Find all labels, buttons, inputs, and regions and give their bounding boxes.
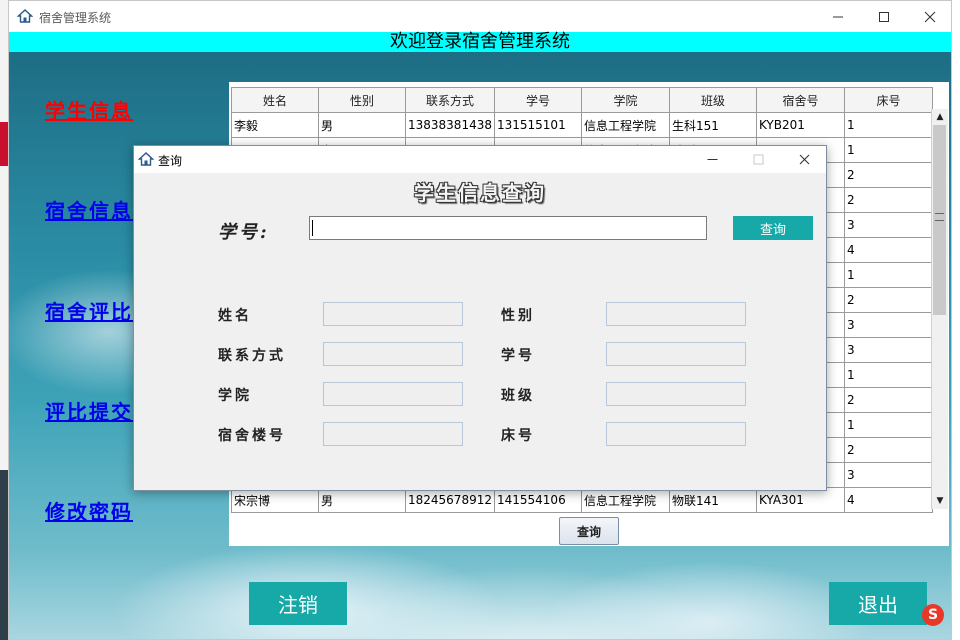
- contact-field: [323, 342, 463, 366]
- dialog-title: 查询: [158, 154, 183, 168]
- name-label: 姓名: [218, 308, 252, 324]
- college-label: 学院: [218, 388, 252, 404]
- dialog-minimize-button[interactable]: [689, 146, 735, 173]
- nav-change-password[interactable]: 修改密码: [45, 496, 133, 525]
- scroll-grip-icon: [935, 213, 944, 221]
- table-cell: 3: [843, 462, 933, 488]
- table-cell: 宋宗博: [231, 487, 319, 513]
- class-field: [606, 382, 746, 406]
- table-cell: 信息工程学院: [580, 112, 670, 138]
- bed-field: [606, 422, 746, 446]
- table-cell: 2: [843, 387, 933, 413]
- table-cell: 4: [843, 487, 933, 513]
- dialog-titlebar[interactable]: 查询: [134, 146, 826, 173]
- dialog-query-button[interactable]: 查询: [733, 216, 813, 240]
- nav-rating-submit[interactable]: 评比提交: [45, 396, 133, 425]
- table-cell: 2: [843, 162, 933, 188]
- logout-button[interactable]: 注销: [249, 582, 347, 625]
- column-header[interactable]: 学院: [580, 87, 670, 113]
- nav-student-info[interactable]: 学生信息: [45, 95, 133, 124]
- contact-label: 联系方式: [218, 348, 286, 364]
- scroll-down-icon[interactable]: ▼: [932, 493, 948, 509]
- table-cell: 131515101: [493, 112, 582, 138]
- nav-dorm-info[interactable]: 宿舍信息: [45, 195, 133, 224]
- table-cell: 141554106: [493, 487, 582, 513]
- ime-icon[interactable]: S: [922, 604, 944, 626]
- table-cell: 4: [843, 237, 933, 263]
- table-cell: KYB201: [755, 112, 845, 138]
- table-query-button[interactable]: 查询: [559, 517, 619, 545]
- table-cell: 1: [843, 137, 933, 163]
- scroll-up-icon[interactable]: ▲: [932, 109, 948, 125]
- column-header[interactable]: 班级: [668, 87, 757, 113]
- welcome-banner: 欢迎登录宿舍管理系统: [9, 32, 951, 52]
- window-title: 宿舍管理系统: [39, 11, 112, 25]
- table-cell: 李毅: [231, 112, 319, 138]
- table-cell: 1: [843, 112, 933, 138]
- exit-button[interactable]: 退出: [829, 582, 927, 625]
- class-label: 班级: [501, 388, 535, 404]
- student-id-label: 学号:: [218, 222, 270, 243]
- table-cell: KYA301: [755, 487, 845, 513]
- column-header[interactable]: 性别: [318, 87, 406, 113]
- dialog-heading: 学生信息查询: [414, 181, 546, 205]
- name-field: [323, 302, 463, 326]
- text-caret: [312, 220, 313, 236]
- bed-label: 床号: [501, 428, 535, 444]
- table-cell: 物联141: [668, 487, 757, 513]
- table-cell: 3: [843, 312, 933, 338]
- table-cell: 男: [318, 112, 406, 138]
- table-cell: 2: [843, 287, 933, 313]
- table-cell: 1: [843, 362, 933, 388]
- table-scrollbar[interactable]: ▲ ▼: [931, 109, 948, 509]
- column-header[interactable]: 宿舍号: [755, 87, 845, 113]
- table-cell: 男: [318, 487, 406, 513]
- dialog-close-button[interactable]: [781, 146, 827, 173]
- table-cell: 2: [843, 437, 933, 463]
- maximize-button[interactable]: [861, 1, 907, 32]
- nav-dorm-rating[interactable]: 宿舍评比: [45, 296, 133, 325]
- gender-field: [606, 302, 746, 326]
- student-id-input[interactable]: [309, 216, 707, 240]
- column-header[interactable]: 床号: [843, 87, 933, 113]
- home-icon: [17, 8, 33, 24]
- table-cell: 3: [843, 337, 933, 363]
- dorm-field: [323, 422, 463, 446]
- table-row[interactable]: 李毅男 13838381438 131515101 信息工程学院 生科151 KYB201…: [231, 112, 933, 138]
- table-cell: 生科151: [668, 112, 757, 138]
- gender-label: 性别: [501, 308, 535, 324]
- student-id-field: [606, 342, 746, 366]
- table-header-row: 姓名 性别 联系方式 学号 学院 班级 宿舍号 床号: [231, 87, 933, 113]
- main-titlebar[interactable]: 宿舍管理系统: [9, 1, 951, 32]
- table-cell: 3: [843, 212, 933, 238]
- query-dialog: 查询 学生信息查询 学号: 查询 姓名 性别 联系方式 学号 学院 班级 宿舍楼…: [133, 145, 827, 491]
- home-icon: [138, 151, 154, 167]
- dorm-label: 宿舍楼号: [218, 428, 286, 444]
- table-cell: 18245678912: [405, 487, 495, 513]
- table-cell: 信息工程学院: [580, 487, 670, 513]
- student-id-field-label: 学号: [501, 348, 535, 364]
- table-cell: 1: [843, 262, 933, 288]
- table-cell: 2: [843, 187, 933, 213]
- close-button[interactable]: [907, 1, 951, 32]
- minimize-button[interactable]: [815, 1, 861, 32]
- table-cell: 13838381438: [405, 112, 495, 138]
- college-field: [323, 382, 463, 406]
- dialog-maximize-button: [735, 146, 781, 173]
- column-header[interactable]: 姓名: [231, 87, 319, 113]
- table-row[interactable]: 宋宗博男 18245678912 141554106 信息工程学院 物联141 KYA30…: [231, 487, 933, 513]
- column-header[interactable]: 学号: [493, 87, 582, 113]
- table-cell: 1: [843, 412, 933, 438]
- column-header[interactable]: 联系方式: [405, 87, 495, 113]
